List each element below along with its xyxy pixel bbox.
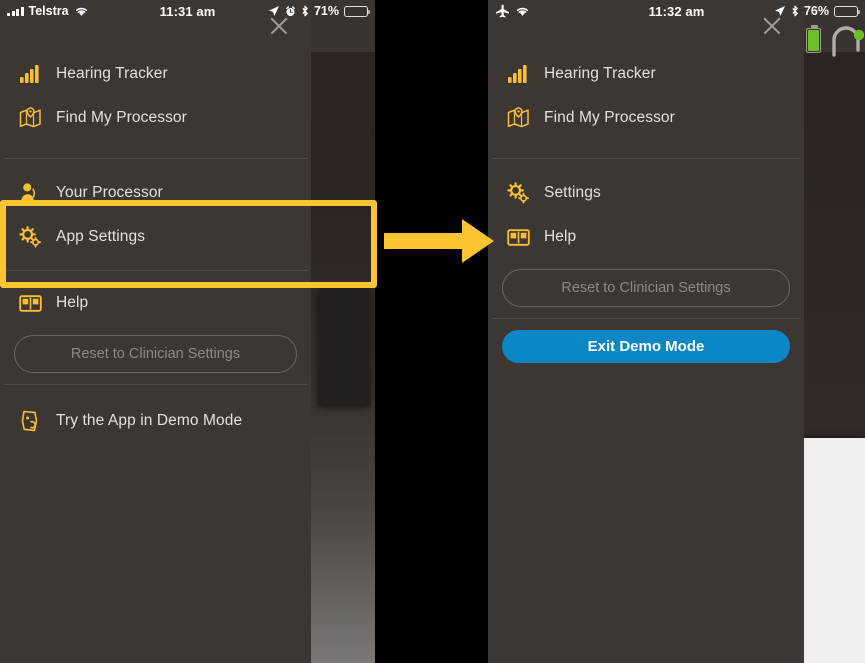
menu-item-help[interactable]: Help bbox=[0, 281, 311, 325]
menu-item-try-demo-mode[interactable]: Try the App in Demo Mode bbox=[0, 399, 311, 443]
right-status-bar: 11:32 am 76% bbox=[488, 0, 865, 22]
menu-item-label: Hearing Tracker bbox=[56, 65, 168, 82]
exit-demo-mode-button[interactable]: Exit Demo Mode bbox=[502, 330, 790, 363]
find-my-processor-icon bbox=[505, 105, 531, 131]
right-phone-screenshot: 11:32 am 76% Hearing Tracker Find My Pro… bbox=[488, 0, 865, 663]
status-time: 11:31 am bbox=[159, 3, 216, 19]
status-time: 11:32 am bbox=[648, 3, 705, 19]
menu-item-label: Find My Processor bbox=[56, 109, 187, 126]
right-backdrop-white-panel bbox=[800, 438, 865, 663]
find-my-processor-icon bbox=[17, 105, 43, 131]
reset-to-clinician-settings-button[interactable]: Reset to Clinician Settings bbox=[14, 335, 297, 373]
menu-item-app-settings[interactable]: App Settings bbox=[0, 215, 311, 259]
menu-item-label: Help bbox=[56, 294, 89, 311]
menu-item-label: App Settings bbox=[56, 228, 146, 245]
reset-to-clinician-settings-button[interactable]: Reset to Clinician Settings bbox=[502, 269, 790, 307]
help-book-icon bbox=[17, 290, 43, 316]
menu-item-your-processor[interactable]: Your Processor bbox=[0, 171, 311, 215]
menu-item-hearing-tracker[interactable]: Hearing Tracker bbox=[0, 52, 311, 96]
right-arrow bbox=[384, 219, 494, 263]
menu-item-label: Hearing Tracker bbox=[544, 65, 656, 82]
right-drawer-panel: Hearing Tracker Find My Processor Settin… bbox=[488, 0, 804, 663]
menu-item-help[interactable]: Help bbox=[488, 215, 804, 259]
app-settings-icon bbox=[17, 224, 43, 250]
menu-item-find-my-processor[interactable]: Find My Processor bbox=[0, 96, 311, 140]
left-status-bar: Telstra 11:31 am 71% bbox=[0, 0, 375, 22]
menu-item-settings[interactable]: Settings bbox=[488, 171, 804, 215]
your-processor-icon bbox=[17, 180, 43, 206]
menu-item-label: Settings bbox=[544, 184, 601, 201]
menu-item-hearing-tracker[interactable]: Hearing Tracker bbox=[488, 52, 804, 96]
menu-item-label: Your Processor bbox=[56, 184, 163, 201]
sound-processor-icon bbox=[832, 26, 865, 57]
processor-battery-icon bbox=[806, 25, 821, 53]
divider bbox=[492, 318, 800, 319]
menu-item-find-my-processor[interactable]: Find My Processor bbox=[488, 96, 804, 140]
comparison-figure: Telstra 11:31 am 71% Hearing Tracker Fin… bbox=[0, 0, 865, 663]
left-backdrop-card bbox=[318, 288, 370, 406]
hearing-tracker-icon bbox=[505, 61, 531, 87]
demo-mode-icon bbox=[17, 408, 43, 434]
battery-icon bbox=[834, 5, 861, 17]
hearing-tracker-icon bbox=[17, 61, 43, 87]
battery-icon bbox=[344, 5, 371, 17]
help-book-icon bbox=[505, 224, 531, 250]
menu-item-label: Find My Processor bbox=[544, 109, 675, 126]
menu-item-label: Help bbox=[544, 228, 577, 245]
left-phone-screenshot: Telstra 11:31 am 71% Hearing Tracker Fin… bbox=[0, 0, 375, 663]
menu-item-label: Try the App in Demo Mode bbox=[56, 412, 243, 429]
left-drawer-panel: Hearing Tracker Find My Processor Your P… bbox=[0, 0, 311, 663]
app-settings-icon bbox=[505, 180, 531, 206]
